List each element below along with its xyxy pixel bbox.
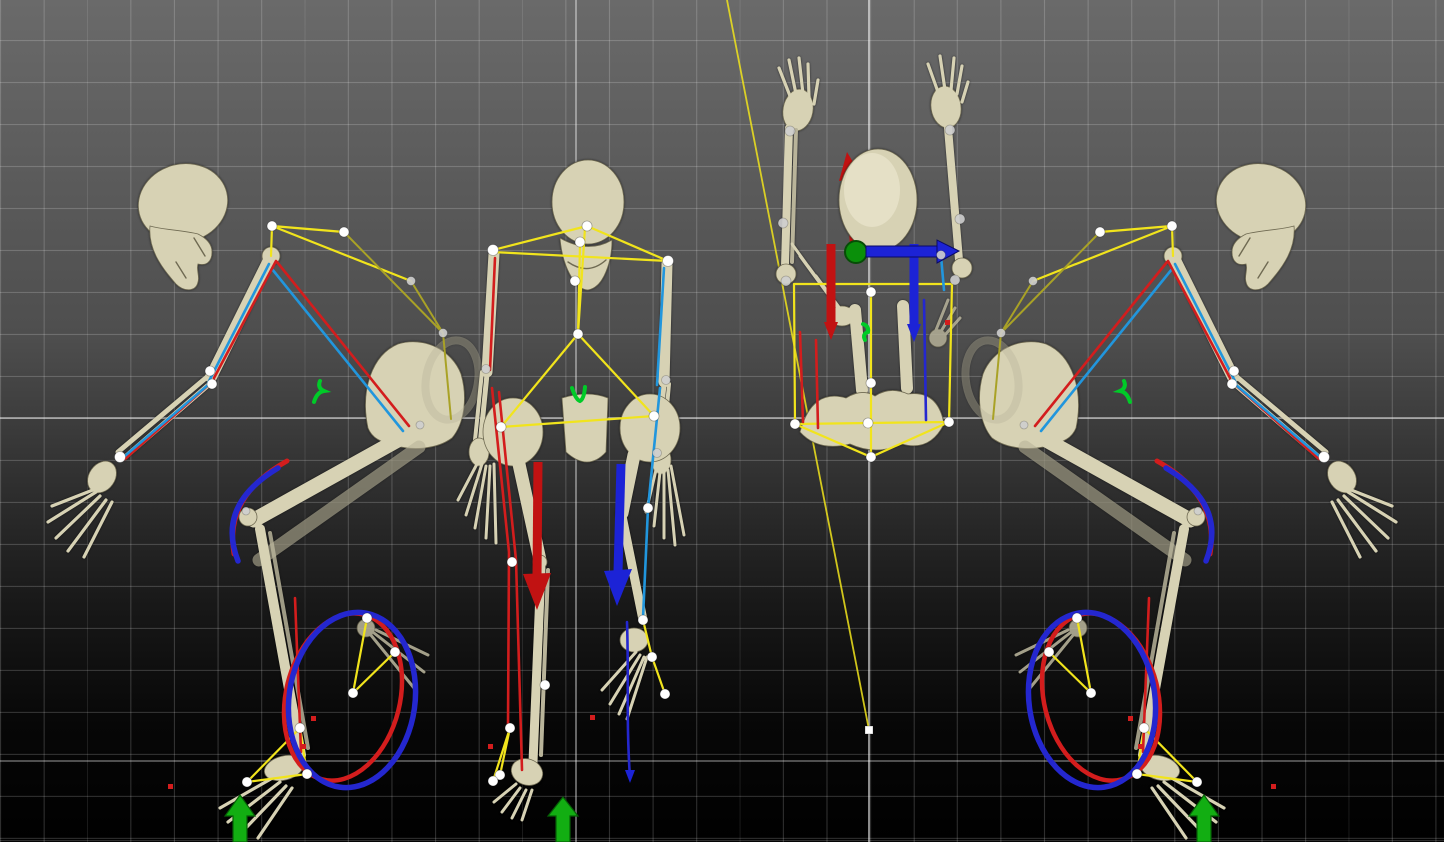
mocap-marker[interactable] xyxy=(488,245,499,256)
force-point-dot xyxy=(590,715,595,720)
scene-svg[interactable] xyxy=(0,0,1444,842)
left-hand-top xyxy=(780,87,817,134)
mocap-marker[interactable] xyxy=(785,126,795,136)
mocap-marker[interactable] xyxy=(653,449,662,458)
sacrum xyxy=(562,394,608,462)
grf-arrow[interactable] xyxy=(548,797,578,842)
left-femur-top xyxy=(855,310,862,390)
mocap-marker[interactable] xyxy=(638,615,648,625)
mocap-marker[interactable] xyxy=(866,378,876,388)
mocap-marker[interactable] xyxy=(505,723,515,733)
right-forearm-top xyxy=(948,128,959,260)
mocap-marker[interactable] xyxy=(790,419,800,429)
mocap-marker[interactable] xyxy=(781,276,791,286)
mocap-marker[interactable] xyxy=(496,422,506,432)
mocap-marker[interactable] xyxy=(662,376,671,385)
mocap-marker[interactable] xyxy=(866,452,876,462)
mocap-marker[interactable] xyxy=(507,557,517,567)
mocap-marker[interactable] xyxy=(663,256,674,267)
mocap-marker[interactable] xyxy=(575,237,585,247)
left-fingers xyxy=(458,462,496,543)
mocap-marker[interactable] xyxy=(573,329,583,339)
mocap-marker[interactable] xyxy=(649,411,659,421)
mocap-marker[interactable] xyxy=(937,251,946,260)
skeleton-view-sagittal-right[interactable] xyxy=(959,154,1396,842)
mocap-marker[interactable] xyxy=(540,680,550,690)
mocap-marker[interactable] xyxy=(582,221,592,231)
muscle-red-top1[interactable] xyxy=(800,332,803,422)
mocap-marker[interactable] xyxy=(647,652,657,662)
mocap-marker[interactable] xyxy=(660,689,670,699)
right-foot-top xyxy=(929,300,960,347)
blue-line-arrowhead xyxy=(625,770,635,783)
mocap-marker[interactable] xyxy=(570,276,580,286)
mocap-marker-square[interactable] xyxy=(865,726,873,734)
mocap-marker[interactable] xyxy=(643,503,653,513)
left-foot-toes xyxy=(494,784,532,820)
left-foot-toes-top xyxy=(792,244,844,314)
right-thigh-arrowhead-blue xyxy=(604,569,632,606)
skeleton-view-frontal[interactable] xyxy=(458,160,684,842)
mocap-marker[interactable] xyxy=(778,218,788,228)
skeleton-view-top[interactable] xyxy=(776,56,972,734)
mocap-marker[interactable] xyxy=(488,776,498,786)
right-foot-tarsals xyxy=(620,628,648,652)
center-of-mass-marker[interactable] xyxy=(863,324,868,340)
skull-jaw xyxy=(560,238,612,290)
force-point-dot xyxy=(945,320,950,325)
left-thigh-arrow-red[interactable] xyxy=(537,462,538,575)
right-thigh-arrow-blue[interactable] xyxy=(618,464,621,572)
mocap-marker[interactable] xyxy=(482,365,491,374)
force-point-dot xyxy=(488,744,493,749)
mocap-marker[interactable] xyxy=(944,417,954,427)
red-bundle-arrowhead xyxy=(824,322,838,340)
axis-y-origin-circle[interactable] xyxy=(845,241,867,263)
right-femur-top xyxy=(903,306,907,388)
skeleton-view-sagittal-left[interactable] xyxy=(48,154,485,842)
mocap-marker[interactable] xyxy=(866,287,876,297)
3d-viewport[interactable] xyxy=(0,0,1444,842)
right-foot-toes xyxy=(602,652,647,719)
left-forearm-top xyxy=(785,128,789,266)
mocap-marker[interactable] xyxy=(955,214,965,224)
joint-moment-arrows[interactable] xyxy=(523,462,632,610)
mocap-marker[interactable] xyxy=(863,418,873,428)
right-tibia xyxy=(622,516,643,620)
mocap-marker[interactable] xyxy=(945,125,955,135)
mocap-marker[interactable] xyxy=(950,275,960,285)
skull-top-highlight xyxy=(844,153,900,227)
left-forearm-top2 xyxy=(792,130,796,262)
